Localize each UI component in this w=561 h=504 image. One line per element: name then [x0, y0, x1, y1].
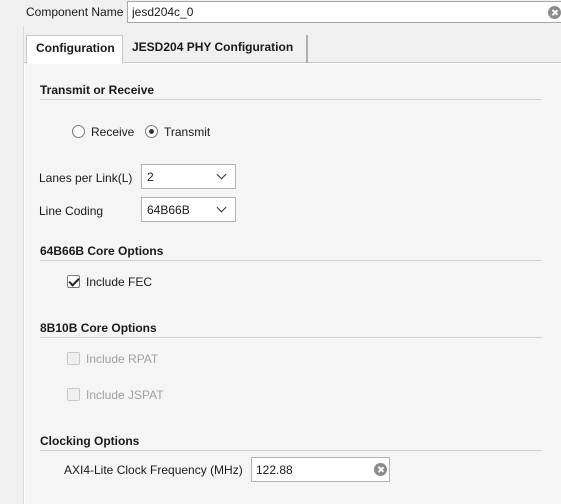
axi-clock-frequency-label: AXI4-Lite Clock Frequency (MHz)	[64, 463, 243, 477]
tab-bar: Configuration JESD204 PHY Configuration	[24, 26, 561, 64]
section-divider	[40, 260, 542, 261]
radio-transmit[interactable]	[145, 125, 158, 138]
radio-receive[interactable]	[72, 125, 85, 138]
include-fec-checkbox[interactable]	[67, 275, 80, 288]
line-coding-select[interactable]: 64B66B	[141, 197, 236, 222]
section-divider	[40, 99, 542, 100]
include-jspat-label: Include JSPAT	[86, 388, 164, 402]
left-panel-strip	[0, 26, 24, 504]
line-coding-value: 64B66B	[147, 203, 190, 217]
lanes-per-link-label: Lanes per Link(L)	[39, 171, 133, 185]
lanes-per-link-select[interactable]: 2	[141, 164, 236, 189]
radio-receive-label: Receive	[91, 125, 135, 139]
tab-jesd204-phy-configuration[interactable]: JESD204 PHY Configuration	[123, 35, 308, 63]
chevron-down-icon	[216, 202, 227, 213]
line-coding-label: Line Coding	[39, 204, 104, 218]
include-rpat-label: Include RPAT	[86, 352, 159, 366]
component-name-row: Component Name	[0, 0, 561, 26]
radio-transmit-label: Transmit	[164, 125, 211, 139]
axi-clock-frequency-input[interactable]	[251, 457, 390, 482]
clear-icon[interactable]	[374, 463, 387, 476]
component-name-input[interactable]	[127, 1, 561, 23]
lanes-per-link-value: 2	[147, 170, 154, 184]
section-title-8b10b-core-options: 8B10B Core Options	[40, 321, 157, 335]
tab-configuration[interactable]: Configuration	[26, 35, 123, 64]
include-rpat-checkbox[interactable]	[67, 352, 80, 365]
include-jspat-checkbox[interactable]	[67, 388, 80, 401]
section-title-clocking-options: Clocking Options	[40, 434, 140, 448]
section-divider	[40, 450, 542, 451]
section-title-64b66b-core-options: 64B66B Core Options	[40, 244, 164, 258]
section-divider	[40, 337, 542, 338]
component-name-label: Component Name	[26, 5, 124, 19]
include-fec-label: Include FEC	[86, 275, 153, 289]
clear-icon[interactable]	[548, 6, 561, 19]
chevron-down-icon	[216, 169, 227, 180]
section-title-transmit-or-receive: Transmit or Receive	[40, 83, 155, 97]
configuration-panel: Transmit or Receive Receive Transmit Lan…	[25, 64, 561, 504]
